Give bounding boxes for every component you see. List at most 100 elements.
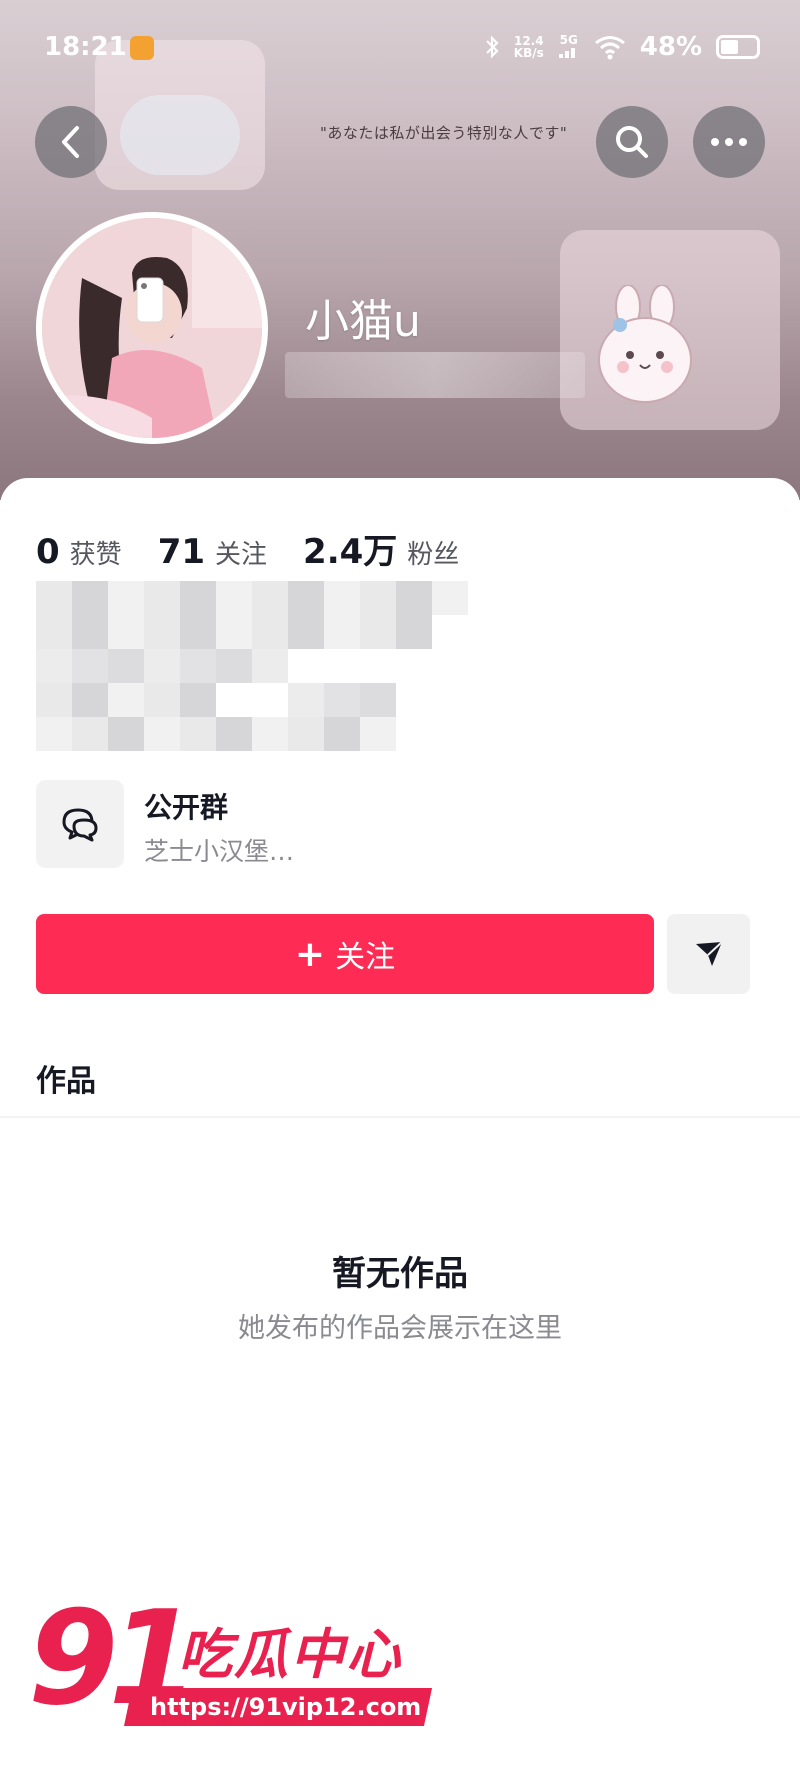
mosaic-cell [216,615,252,649]
stat-following[interactable]: 71 关注 [158,532,267,572]
mosaic-cell [108,717,144,751]
bluetooth-icon [486,35,499,59]
mosaic-cell [216,581,252,615]
mosaic-cell [252,615,288,649]
mosaic-cell [180,683,216,717]
mosaic-cell [288,717,324,751]
watermark-url-text: https://91vip12.com [150,1693,422,1721]
bunny-illustration [598,285,692,403]
mosaic-cell [288,581,324,615]
mosaic-cell [180,581,216,615]
mosaic-cell [324,717,360,751]
mosaic-cell [72,683,108,717]
mosaic-cell [144,683,180,717]
mosaic-cell [216,649,252,683]
mosaic-cell [360,717,396,751]
stat-likes-label: 获赞 [69,540,122,570]
banner-sticker-blanket [120,95,240,175]
mosaic-cell [72,717,108,751]
mosaic-cell [324,581,360,615]
mosaic-cell [252,581,288,615]
more-dots-icon [711,138,747,146]
plus-icon: + [294,933,326,975]
group-title: 公开群 [144,791,229,824]
group-subtitle: 芝士小汉堡… [144,837,295,866]
status-right: 12.4 KB/s 5G 48% [484,32,760,62]
mosaic-cell [216,717,252,751]
mosaic-cell [108,615,144,649]
mosaic-cell [180,649,216,683]
mosaic-cell [144,581,180,615]
mosaic-cell [108,581,144,615]
mosaic-cell [72,649,108,683]
mosaic-cell [252,649,288,683]
status-bar: 18:21 12.4 KB/s 5G 48% [0,28,800,68]
profile-banner: "あなたは私が出会う特別な人です" 18:21 12.4 KB/s 5G 48%… [0,0,800,500]
mosaic-cell [72,581,108,615]
follow-button[interactable]: + 关注 [36,914,654,994]
tab-divider [0,1116,800,1118]
empty-state-subtitle: 她发布的作品会展示在这里 [238,1313,562,1344]
send-message-button[interactable] [667,914,750,994]
search-button[interactable] [596,106,668,178]
profile-page: "あなたは私が出会う特別な人です" 18:21 12.4 KB/s 5G 48%… [0,0,800,1777]
mosaic-cell [180,615,216,649]
stat-likes[interactable]: 0 获赞 [36,532,122,572]
blurred-user-id [285,352,585,398]
mosaic-cell [360,581,396,615]
mosaic-cell [324,683,360,717]
mosaic-cell [432,581,468,615]
mosaic-cell [288,615,324,649]
watermark-url: https://91vip12.com [123,1688,433,1726]
watermark-brand: 吃瓜中心 [178,1623,402,1686]
mosaic-cell [36,717,72,751]
blurred-bio [36,581,470,751]
nickname: 小猫u [305,296,421,347]
mosaic-cell [396,615,432,649]
avatar[interactable] [36,212,268,444]
public-group-entry[interactable]: 公开群 芝士小汉堡… [36,780,736,870]
stat-following-value: 71 [157,532,206,572]
more-button[interactable] [693,106,765,178]
mosaic-cell [36,649,72,683]
mosaic-cell [36,581,72,615]
mosaic-cell [144,649,180,683]
mosaic-cell [108,649,144,683]
stat-followers-label: 粉丝 [407,540,460,570]
mosaic-cell [180,717,216,751]
battery-icon [716,35,760,59]
mosaic-cell [144,717,180,751]
stat-followers-value: 2.4万 [303,532,398,572]
mosaic-cell [288,683,324,717]
search-icon [616,126,648,158]
stat-following-label: 关注 [215,540,268,570]
stat-followers[interactable]: 2.4万 粉丝 [303,524,459,573]
wifi-icon [594,36,625,60]
mosaic-cell [36,615,72,649]
mosaic-cell [396,581,432,615]
chevron-left-icon [62,126,79,158]
battery-percent: 48% [639,32,702,62]
mosaic-cell [360,683,396,717]
banner-quote: "あなたは私が出会う特別な人です" [320,124,568,142]
back-button[interactable] [35,106,107,178]
cell-signal-icon [558,48,575,58]
group-icon [36,780,124,868]
stats-row: 0 获赞 71 关注 2.4万 粉丝 [36,524,495,573]
empty-state-title: 暂无作品 [332,1254,468,1294]
mosaic-cell [108,683,144,717]
tab-works[interactable]: 作品 [36,1056,96,1100]
avatar-image [42,218,262,438]
mosaic-cell [36,683,72,717]
watermark-logo: 91 吃瓜中心 https://91vip12.com [28,1588,433,1738]
mosaic-cell [324,615,360,649]
chat-bubbles-icon [62,808,98,842]
stat-likes-value: 0 [36,532,60,572]
mosaic-cell [144,615,180,649]
mosaic-cell [252,717,288,751]
cell-signal: 5G [558,34,580,60]
mosaic-cell [360,615,396,649]
follow-button-label: 关注 [335,940,396,975]
send-icon [695,941,723,966]
net-speed: 12.4 KB/s [513,34,544,60]
